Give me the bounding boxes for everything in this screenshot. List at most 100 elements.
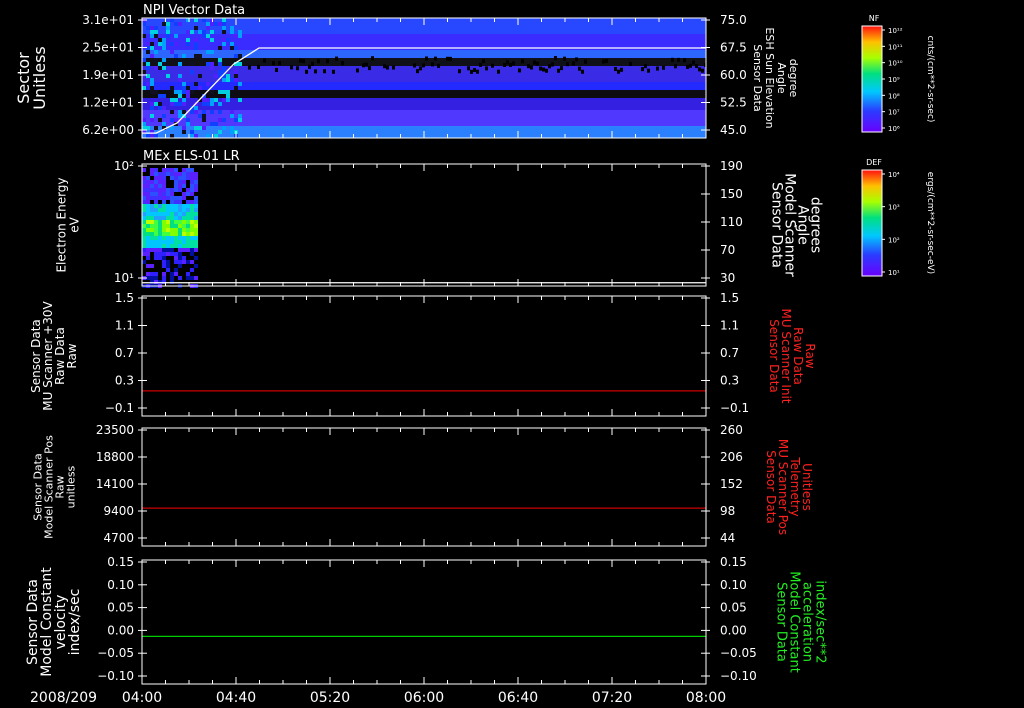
- els-cell: [162, 204, 166, 208]
- npi-noise-cell: [174, 42, 178, 46]
- els-cell: [150, 236, 154, 240]
- panel-3-y2label-line-0: Sensor Data: [767, 319, 781, 393]
- npi-noise-cell: [154, 50, 158, 54]
- els-cell: [170, 200, 174, 204]
- npi-noise-cell: [162, 42, 166, 46]
- npi-noise-cell: [166, 34, 170, 38]
- els-cell: [170, 216, 174, 220]
- npi-noise-cell: [218, 118, 222, 122]
- npi-noise-cell: [238, 62, 242, 66]
- els-cell: [178, 212, 182, 216]
- npi-noise-cell: [198, 114, 202, 118]
- npi-noise-cell: [194, 126, 198, 130]
- panel-3-ytick-label: −0.1: [105, 401, 134, 415]
- npi-band: [142, 102, 706, 106]
- colorbar-tick-label: 10¹²: [888, 27, 903, 35]
- npi-gap-cell: [257, 64, 260, 69]
- panel-2-ytick-label: 10²: [114, 159, 134, 173]
- npi-gap-cell: [518, 68, 521, 73]
- npi-noise-cell: [238, 34, 242, 38]
- els-cell: [170, 256, 174, 260]
- npi-noise-cell: [234, 74, 238, 78]
- els-cell: [142, 248, 146, 252]
- panel-4-y2label-line-0: Sensor Data: [764, 450, 778, 524]
- els-cell: [182, 176, 186, 180]
- npi-noise-cell: [214, 22, 218, 26]
- els-cell: [174, 244, 178, 248]
- npi-noise-cell: [202, 102, 206, 106]
- els-cell: [174, 204, 178, 208]
- els-cell: [146, 188, 150, 192]
- els-cell: [166, 244, 170, 248]
- els-cell: [174, 240, 178, 244]
- npi-noise-cell: [142, 118, 146, 122]
- els-cell: [170, 276, 174, 280]
- els-cell: [150, 224, 154, 228]
- els-cell: [150, 252, 154, 256]
- els-cell: [178, 256, 182, 260]
- els-cell: [150, 172, 154, 176]
- els-cell: [174, 200, 178, 204]
- els-cell: [174, 224, 178, 228]
- npi-noise-cell: [230, 26, 234, 30]
- els-cell: [154, 224, 158, 228]
- els-cell: [174, 256, 178, 260]
- els-cell: [182, 260, 186, 264]
- npi-gap-cell: [677, 57, 680, 62]
- els-cell: [142, 196, 146, 200]
- els-cell: [170, 208, 174, 212]
- npi-noise-cell: [234, 78, 238, 82]
- panel-4-y2tick-label: 98: [720, 504, 735, 518]
- els-cell: [194, 200, 198, 204]
- npi-band: [142, 86, 706, 90]
- els-cell: [166, 212, 170, 216]
- npi-noise-cell: [166, 26, 170, 30]
- npi-noise-cell: [210, 22, 214, 26]
- els-cell: [166, 184, 170, 188]
- els-cell: [162, 240, 166, 244]
- colorbar-tick-label: 10¹⁰: [888, 60, 903, 68]
- npi-noise-cell: [186, 118, 190, 122]
- panel-4-y2label-line-1: MU Scanner Pos: [776, 439, 790, 535]
- npi-noise-cell: [230, 110, 234, 114]
- npi-noise-cell: [238, 54, 242, 58]
- npi-noise-cell: [178, 102, 182, 106]
- colorbar-tick-label: 10²: [888, 236, 900, 244]
- els-cell: [182, 188, 186, 192]
- els-cell: [190, 224, 194, 228]
- npi-noise-cell: [170, 118, 174, 122]
- els-cell: [162, 264, 166, 268]
- els-cell: [162, 256, 166, 260]
- npi-noise-cell: [190, 110, 194, 114]
- npi-noise-cell: [178, 90, 182, 94]
- npi-noise-cell: [150, 82, 154, 86]
- npi-noise-cell: [154, 134, 158, 138]
- npi-noise-cell: [210, 50, 214, 54]
- panel-1-ytick-label: 3.1e+01: [82, 13, 134, 27]
- els-cell: [186, 212, 190, 216]
- panel-3-y2tick-label: −0.1: [720, 401, 749, 415]
- els-cell: [166, 176, 170, 180]
- els-cell: [174, 176, 178, 180]
- npi-noise-cell: [170, 18, 174, 22]
- els-cell: [178, 208, 182, 212]
- npi-noise-cell: [230, 30, 234, 34]
- npi-noise-cell: [206, 34, 210, 38]
- els-cell: [142, 184, 146, 188]
- els-cell: [194, 268, 198, 272]
- els-cell: [142, 212, 146, 216]
- x-tick-label: 07:20: [592, 690, 632, 706]
- els-cell: [158, 240, 162, 244]
- els-cell: [182, 244, 186, 248]
- els-cell: [146, 204, 150, 208]
- els-cell: [166, 280, 170, 284]
- npi-noise-cell: [150, 102, 154, 106]
- npi-noise-cell: [214, 74, 218, 78]
- npi-noise-cell: [162, 38, 166, 42]
- els-cell: [162, 168, 166, 172]
- els-cell: [158, 192, 162, 196]
- npi-noise-cell: [218, 90, 222, 94]
- els-cell: [142, 188, 146, 192]
- els-cell: [186, 200, 190, 204]
- els-cell: [142, 224, 146, 228]
